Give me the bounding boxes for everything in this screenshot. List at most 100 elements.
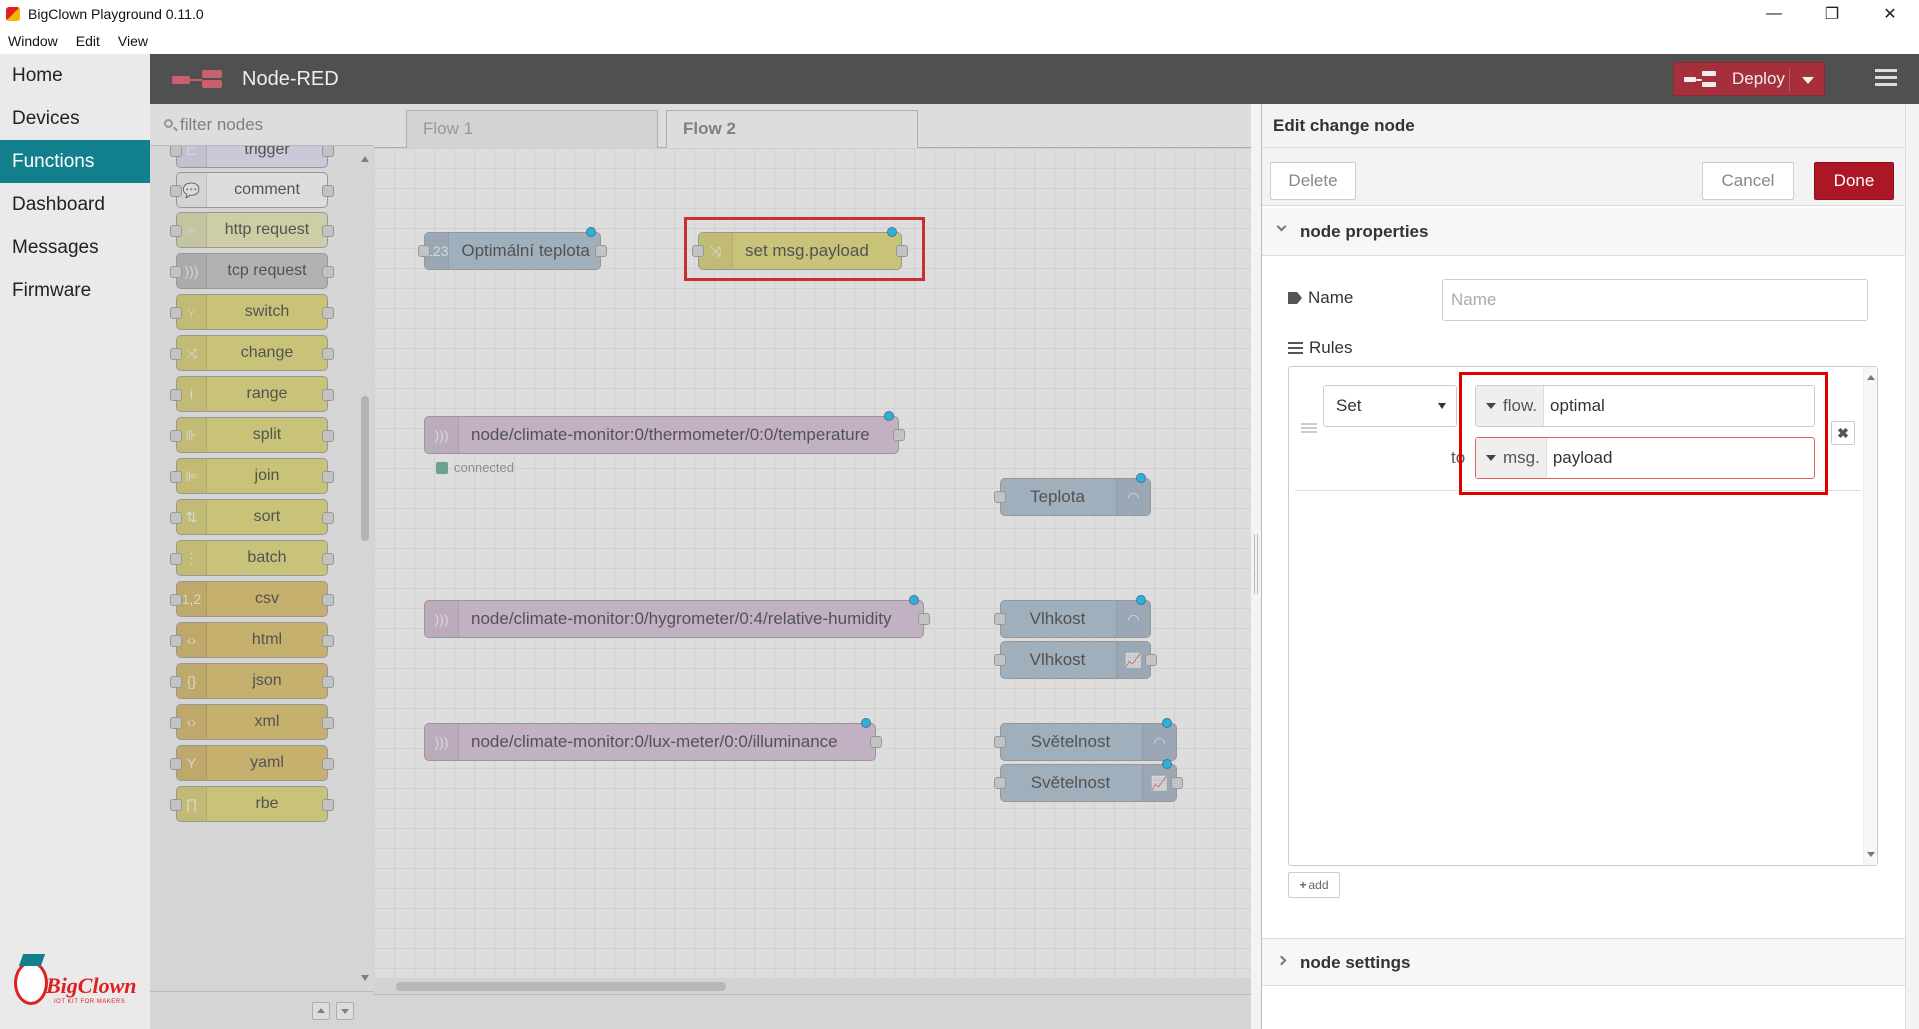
tab-flow-2[interactable]: Flow 2: [666, 110, 918, 149]
scroll-down-icon[interactable]: [361, 975, 369, 981]
node-properties-header[interactable]: node properties: [1262, 208, 1919, 256]
palette-node-split[interactable]: ⊪ split: [170, 417, 334, 453]
nav-item-devices[interactable]: Devices: [0, 97, 150, 140]
output-port: [322, 348, 334, 360]
output-port[interactable]: [1145, 654, 1157, 666]
tray-right-scrollbar[interactable]: [1905, 104, 1919, 1029]
add-rule-button[interactable]: + add: [1288, 872, 1340, 898]
palette-node-range[interactable]: ⅰ range: [170, 376, 334, 412]
flow-node-label: Vlhkost: [1029, 650, 1086, 669]
tray-splitter[interactable]: [1251, 104, 1261, 1029]
output-port[interactable]: [918, 613, 930, 625]
flow-node-gauge-hum[interactable]: Vlhkost ◠: [994, 595, 1151, 638]
done-button[interactable]: Done: [1814, 162, 1894, 200]
rule-action-select[interactable]: Set: [1323, 385, 1457, 427]
menu-bar: Window Edit View: [0, 28, 1919, 54]
scroll-down-icon[interactable]: [1867, 852, 1875, 857]
output-port[interactable]: [870, 736, 882, 748]
nav-item-home[interactable]: Home: [0, 54, 150, 97]
deploy-button[interactable]: Deploy: [1673, 62, 1825, 96]
palette-node-batch[interactable]: ⋮ batch: [170, 540, 334, 576]
select-caret-icon: [1438, 403, 1446, 409]
window-title: BigClown Playground 0.11.0: [28, 6, 204, 22]
deploy-dropdown-icon[interactable]: [1802, 77, 1814, 84]
input-port[interactable]: [994, 491, 1006, 503]
input-port: [170, 676, 182, 688]
flow-node-mqtt-temp[interactable]: ))) node/climate-monitor:0/thermometer/0:…: [424, 411, 905, 454]
output-port: [322, 758, 334, 770]
flow-node-gauge-temp[interactable]: Teplota ◠: [994, 473, 1151, 516]
flow-node-mqtt-lux[interactable]: ))) node/climate-monitor:0/lux-meter/0:0/…: [424, 718, 882, 761]
input-port: [170, 146, 182, 157]
drag-handle-icon[interactable]: [1301, 423, 1317, 433]
nav-item-dashboard[interactable]: Dashboard: [0, 183, 150, 226]
expand-all-button[interactable]: [336, 1002, 354, 1020]
palette-node-change[interactable]: ⤨ change: [170, 335, 334, 371]
palette-node-label: csv: [255, 590, 279, 607]
flow-canvas[interactable]: connected 123 Optimální teplota ⤨ set msg.p…: [374, 148, 1251, 978]
rules-scrollbar[interactable]: [1863, 367, 1877, 865]
scroll-up-icon[interactable]: [361, 156, 369, 162]
palette-scrollbar[interactable]: [356, 146, 374, 991]
workspace-hscrollbar[interactable]: [374, 978, 1251, 994]
node-red-logo-icon: [172, 70, 228, 88]
palette-node-http-request[interactable]: ⌾ http request: [170, 212, 334, 248]
palette-node-json[interactable]: {} json: [170, 663, 334, 699]
flow-node-chart-lux[interactable]: Světelnost 📈: [994, 759, 1183, 802]
scroll-up-icon[interactable]: [1867, 375, 1875, 380]
output-port[interactable]: [595, 245, 607, 257]
input-port[interactable]: [994, 613, 1006, 625]
splitter-grip[interactable]: [1254, 534, 1258, 594]
nav-item-messages[interactable]: Messages: [0, 226, 150, 269]
name-input[interactable]: [1442, 279, 1868, 321]
flow-node-gauge-lux[interactable]: Světelnost ◠: [994, 718, 1177, 761]
menu-view[interactable]: View: [118, 33, 148, 49]
output-port: [322, 430, 334, 442]
minimize-button[interactable]: —: [1745, 0, 1803, 28]
collapse-all-button[interactable]: [312, 1002, 330, 1020]
name-label-text: Name: [1308, 288, 1354, 307]
input-port[interactable]: [994, 736, 1006, 748]
palette-node-csv[interactable]: 1,2 csv: [170, 581, 334, 617]
flow-node-mqtt-hum[interactable]: ))) node/climate-monitor:0/hygrometer/0:4…: [424, 595, 930, 638]
palette-node-comment[interactable]: 💬 comment: [170, 172, 334, 208]
node-settings-header[interactable]: node settings: [1262, 938, 1919, 986]
output-port: [322, 635, 334, 647]
menu-edit[interactable]: Edit: [76, 33, 100, 49]
nav-item-firmware[interactable]: Firmware: [0, 269, 150, 312]
delete-button[interactable]: Delete: [1270, 162, 1356, 200]
restore-button[interactable]: ❐: [1803, 0, 1861, 28]
hscroll-thumb[interactable]: [396, 982, 726, 991]
hamburger-menu-icon[interactable]: [1875, 69, 1897, 87]
changed-indicator-icon: [1162, 718, 1172, 728]
changed-indicator-icon: [586, 227, 596, 237]
palette-node-sort[interactable]: ⇅ sort: [170, 499, 334, 535]
remove-rule-button[interactable]: ✖: [1831, 421, 1855, 445]
menu-window[interactable]: Window: [8, 33, 58, 49]
output-port[interactable]: [1171, 777, 1183, 789]
input-port[interactable]: [994, 654, 1006, 666]
close-button[interactable]: ✕: [1861, 0, 1919, 28]
palette-node-html[interactable]: ‹› html: [170, 622, 334, 658]
cancel-button[interactable]: Cancel: [1702, 162, 1794, 200]
palette-node-join[interactable]: ⊫ join: [170, 458, 334, 494]
palette-node-label: split: [252, 426, 282, 443]
input-port[interactable]: [994, 777, 1006, 789]
nav-list: Home Devices Functions Dashboard Messages Fir…: [0, 54, 150, 312]
palette-node-tcp-request[interactable]: ))) tcp request: [170, 253, 334, 289]
filter-nodes-input[interactable]: [180, 114, 360, 136]
flow-node-inject[interactable]: 123 Optimální teplota: [418, 227, 607, 270]
palette-node-xml[interactable]: ‹› xml: [170, 704, 334, 740]
palette-node-rbe[interactable]: ∏ rbe: [170, 786, 334, 822]
search-icon: [164, 119, 173, 128]
palette-scroll-thumb[interactable]: [361, 396, 369, 541]
nav-item-functions[interactable]: Functions: [0, 140, 150, 183]
workspace: Flow 1 Flow 2 connected 123 Optimální tep…: [374, 104, 1251, 1029]
tab-flow-1[interactable]: Flow 1: [406, 110, 658, 148]
palette-node-trigger[interactable]: ⊏ trigger: [170, 146, 334, 168]
flow-node-chart-hum[interactable]: Vlhkost 📈: [994, 641, 1157, 679]
output-port[interactable]: [893, 429, 905, 441]
palette-node-yaml[interactable]: Yyaml: [170, 745, 334, 781]
input-port[interactable]: [418, 245, 430, 257]
palette-node-switch[interactable]: ⑂ switch: [170, 294, 334, 330]
